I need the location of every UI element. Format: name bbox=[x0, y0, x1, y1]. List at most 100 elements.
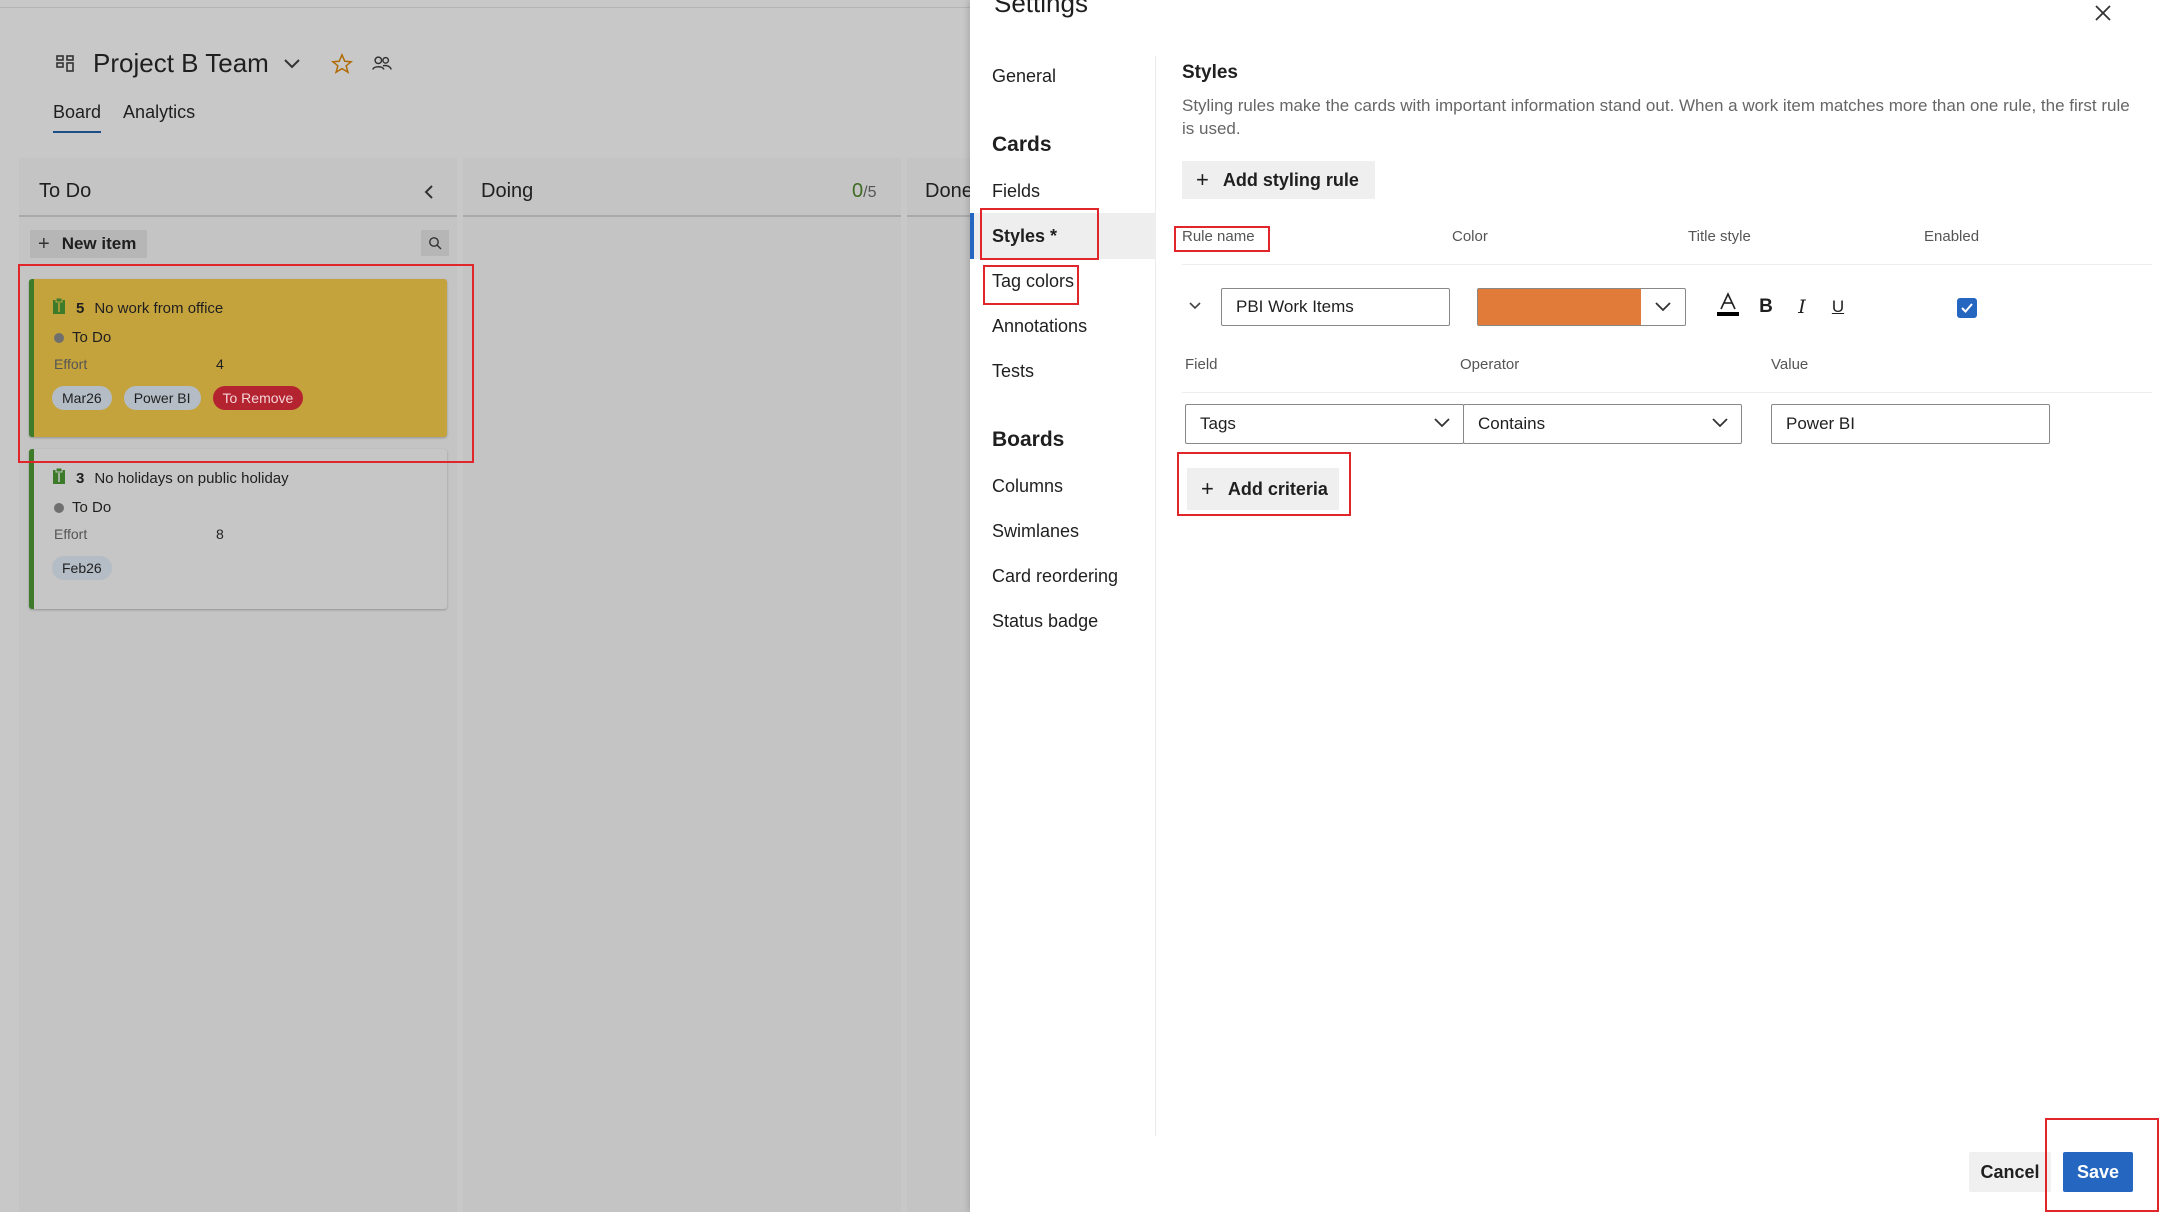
wip-limit: /5 bbox=[863, 184, 877, 201]
nav-tests[interactable]: Tests bbox=[992, 361, 1034, 382]
cancel-button[interactable]: Cancel bbox=[1969, 1152, 2051, 1192]
panel-title: Settings bbox=[994, 0, 1088, 18]
nav-styles[interactable]: Styles * bbox=[992, 226, 1057, 247]
tab-board[interactable]: Board bbox=[53, 102, 102, 133]
field-value: 8 bbox=[216, 526, 224, 542]
nav-columns[interactable]: Columns bbox=[992, 476, 1063, 497]
color-swatch[interactable] bbox=[1478, 289, 1641, 325]
tag: Feb26 bbox=[52, 556, 112, 580]
field-dropdown-value: Tags bbox=[1200, 414, 1236, 433]
operator-dropdown-value: Contains bbox=[1478, 414, 1546, 433]
team-name[interactable]: Project B Team bbox=[93, 48, 269, 79]
card-title-row: 5 No work from office bbox=[52, 297, 223, 319]
field-label: Effort bbox=[54, 356, 88, 372]
divider bbox=[1182, 392, 2152, 393]
section-description: Styling rules make the cards with import… bbox=[1182, 96, 2130, 138]
work-item-card[interactable]: 5 No work from office To Do Effort 4 Mar… bbox=[29, 279, 447, 437]
column-title: Doing bbox=[481, 180, 534, 202]
board-icon bbox=[55, 53, 77, 75]
column-doing: Doing 0/5 bbox=[463, 158, 901, 1212]
card-title-row: 3 No holidays on public holiday bbox=[52, 467, 289, 489]
nav-general[interactable]: General bbox=[992, 66, 1056, 87]
plus-icon: + bbox=[1196, 167, 1209, 192]
chevron-left-icon[interactable] bbox=[423, 184, 435, 205]
header-value: Value bbox=[1771, 356, 1809, 373]
star-icon[interactable] bbox=[330, 52, 353, 75]
add-styling-rule-button[interactable]: + Add styling rule bbox=[1182, 161, 1375, 199]
chevron-down-icon[interactable] bbox=[283, 54, 303, 74]
column-title: Done bbox=[925, 180, 973, 202]
tag: To Remove bbox=[212, 386, 304, 410]
tag: Power BI bbox=[123, 386, 201, 410]
nav-fields[interactable]: Fields bbox=[992, 181, 1040, 202]
new-item-button[interactable]: + New item bbox=[30, 230, 147, 258]
text-color-icon[interactable] bbox=[1716, 291, 1740, 323]
state-label: To Do bbox=[72, 329, 112, 346]
add-criteria-label: Add criteria bbox=[1227, 478, 1328, 499]
header-title-style: Title style bbox=[1688, 228, 1751, 245]
tag-list: Feb26 bbox=[52, 556, 112, 580]
backlog-item-icon bbox=[52, 297, 66, 319]
work-item-title[interactable]: No work from office bbox=[94, 300, 223, 317]
header-field: Field bbox=[1185, 356, 1218, 373]
underline-icon[interactable]: U bbox=[1828, 297, 1848, 317]
wip-count-value: 0 bbox=[852, 180, 864, 202]
backlog-item-icon bbox=[52, 467, 66, 489]
value-input-value: Power BI bbox=[1786, 414, 1855, 433]
work-item-state: To Do bbox=[54, 499, 111, 516]
people-icon[interactable] bbox=[371, 53, 393, 75]
chevron-down-icon bbox=[1711, 414, 1729, 434]
search-icon[interactable] bbox=[421, 230, 449, 256]
bold-icon[interactable]: B bbox=[1756, 296, 1776, 318]
nav-card-reordering[interactable]: Card reordering bbox=[992, 566, 1118, 587]
chevron-down-icon[interactable] bbox=[1188, 298, 1202, 314]
plus-icon: + bbox=[1201, 476, 1214, 501]
divider bbox=[0, 7, 970, 8]
nav-group-boards: Boards bbox=[992, 428, 1065, 451]
color-picker[interactable] bbox=[1477, 288, 1686, 326]
work-item-id: 5 bbox=[76, 299, 85, 317]
team-header: Project B Team bbox=[55, 48, 393, 79]
enabled-checkbox[interactable] bbox=[1957, 298, 1977, 318]
header-operator: Operator bbox=[1460, 356, 1520, 373]
rule-name-value: PBI Work Items bbox=[1236, 297, 1354, 316]
operator-dropdown[interactable]: Contains bbox=[1463, 404, 1742, 444]
nav-swimlanes[interactable]: Swimlanes bbox=[992, 521, 1079, 542]
nav-annotations[interactable]: Annotations bbox=[992, 316, 1087, 337]
work-item-id: 3 bbox=[76, 469, 85, 487]
header-enabled: Enabled bbox=[1924, 228, 1980, 245]
wip-count: 0/5 bbox=[852, 180, 876, 203]
nav-tag-colors[interactable]: Tag colors bbox=[992, 271, 1074, 292]
section-title: Styles bbox=[1182, 62, 1238, 83]
chevron-down-icon[interactable] bbox=[1641, 289, 1685, 325]
field-dropdown[interactable]: Tags bbox=[1185, 404, 1464, 444]
tag: Mar26 bbox=[52, 386, 112, 410]
close-icon[interactable] bbox=[2090, 0, 2116, 26]
title-style-controls: B I U bbox=[1716, 291, 1848, 323]
header-color: Color bbox=[1452, 228, 1488, 245]
nav-status-badge[interactable]: Status badge bbox=[992, 611, 1098, 632]
nav-group-cards: Cards bbox=[992, 133, 1052, 156]
chevron-down-icon bbox=[1433, 414, 1451, 434]
settings-panel: Settings General Cards Fields Styles * T… bbox=[970, 0, 2159, 1212]
value-input[interactable]: Power BI bbox=[1771, 404, 2050, 444]
state-label: To Do bbox=[72, 499, 112, 516]
italic-icon[interactable]: I bbox=[1792, 296, 1812, 318]
state-dot-icon bbox=[54, 502, 64, 513]
header-rule-name: Rule name bbox=[1182, 228, 1255, 245]
settings-nav: General Cards Fields Styles * Tag colors… bbox=[970, 56, 1156, 1136]
field-label: Effort bbox=[54, 526, 88, 542]
add-criteria-button[interactable]: + Add criteria bbox=[1187, 468, 1339, 510]
column-title: To Do bbox=[39, 180, 92, 202]
save-button[interactable]: Save bbox=[2063, 1152, 2133, 1192]
state-dot-icon bbox=[54, 332, 64, 343]
new-item-label: New item bbox=[61, 234, 137, 253]
work-item-card[interactable]: 3 No holidays on public holiday To Do Ef… bbox=[29, 449, 447, 609]
plus-icon: + bbox=[38, 232, 50, 255]
column-divider bbox=[463, 215, 901, 217]
tab-analytics[interactable]: Analytics bbox=[123, 102, 195, 133]
work-item-state: To Do bbox=[54, 329, 111, 346]
work-item-title[interactable]: No holidays on public holiday bbox=[94, 470, 288, 487]
rule-name-input[interactable]: PBI Work Items bbox=[1221, 288, 1450, 326]
board-tabs: Board Analytics bbox=[53, 102, 195, 133]
